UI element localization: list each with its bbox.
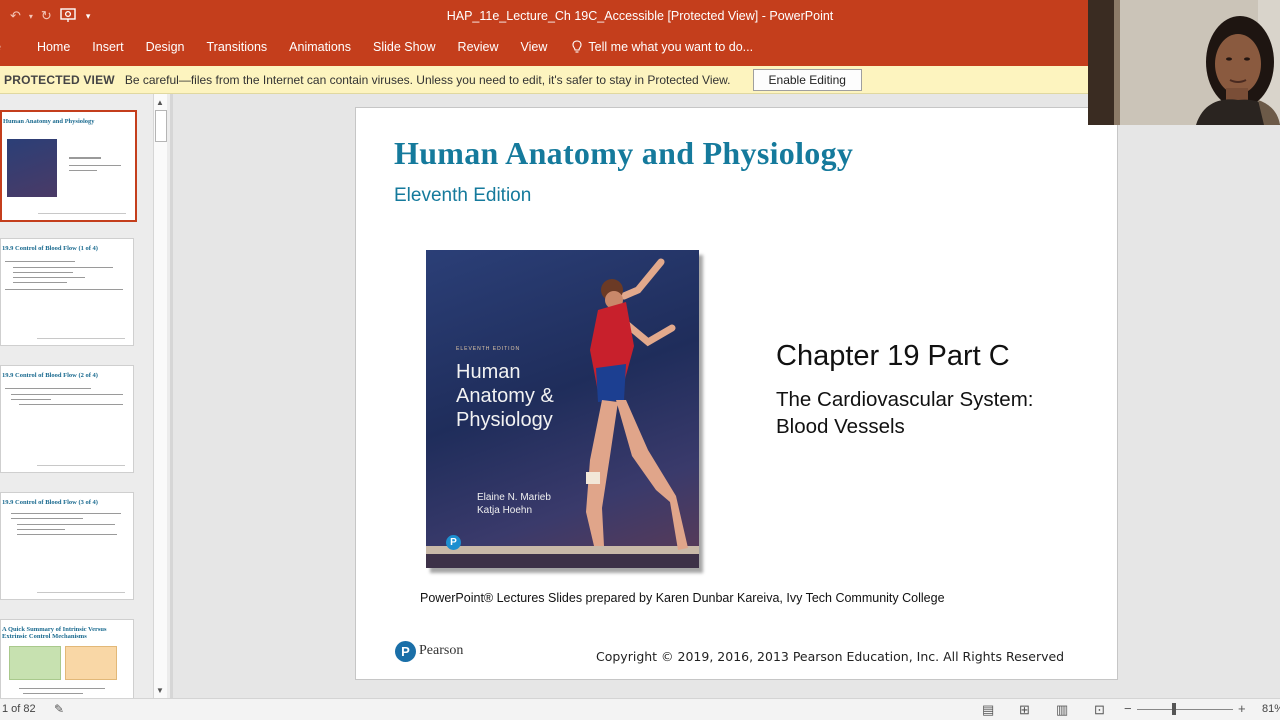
thumbnail-title: 19.9 Control of Blood Flow (1 of 4) (2, 245, 98, 252)
thumbnail-scrollbar[interactable]: ▲ ▼ (153, 94, 167, 698)
tab-animations[interactable]: Animations (278, 40, 362, 54)
webcam-video-overlay (1088, 0, 1280, 125)
thumbnail-title: A Quick Summary of Intrinsic Versus Extr… (2, 626, 107, 640)
tab-slide-show[interactable]: Slide Show (362, 40, 447, 54)
thumbnail-title: 19.9 Control of Blood Flow (3 of 4) (2, 499, 98, 506)
protected-view-message: Be careful—files from the Internet can c… (124, 72, 731, 87)
cover-title-line1: Human (456, 361, 521, 383)
publisher-name: Pearson (419, 643, 464, 658)
slide-thumbnail-1[interactable]: Human Anatomy and Physiology (0, 110, 137, 222)
slide-thumbnail-4[interactable]: 19.9 Control of Blood Flow (3 of 4) (0, 492, 134, 600)
slide-chapter-heading: Chapter 19 Part C (776, 340, 1010, 372)
slide-thumbnail-3[interactable]: 19.9 Control of Blood Flow (2 of 4) (0, 365, 134, 473)
cover-author1: Elaine N. Marieb (477, 492, 551, 503)
zoom-slider-knob[interactable] (1172, 703, 1176, 715)
slide-subtitle-line1: The Cardiovascular System: (776, 388, 1034, 411)
normal-view-icon[interactable]: ▤ (982, 702, 994, 718)
current-slide[interactable]: Human Anatomy and Physiology Eleventh Ed… (355, 107, 1118, 680)
scrollbar-thumb[interactable] (155, 110, 167, 142)
zoom-in-icon[interactable]: + (1238, 701, 1246, 716)
ribbon-tabs: e Home Insert Design Transitions Animati… (0, 36, 764, 58)
thumbnail-extrinsic-box (65, 646, 117, 680)
scroll-down-icon[interactable]: ▼ (156, 686, 164, 695)
status-bar: 1 of 82 ✎ ▤ ⊞ ▥ ⊡ − + 81% (0, 698, 1280, 720)
slide-thumbnail-5[interactable]: A Quick Summary of Intrinsic Versus Extr… (0, 619, 134, 698)
thumbnail-title: Human Anatomy and Physiology (3, 118, 95, 125)
slide-credit: PowerPoint® Lectures Slides prepared by … (420, 591, 945, 605)
tab-review[interactable]: Review (447, 40, 510, 54)
tell-me-text: Tell me what you want to do... (588, 40, 754, 54)
powerpoint-window: ↶ ▾ ↻ ▾ HAP_11e_Lecture_Ch 19C_Accessibl… (0, 0, 1280, 720)
tab-design[interactable]: Design (135, 40, 196, 54)
tell-me-box[interactable]: Tell me what you want to do... (558, 40, 764, 54)
cover-title-line2: Anatomy & (456, 385, 554, 407)
pearson-logo-icon: P (395, 641, 416, 662)
thumbnail-title: 19.9 Control of Blood Flow (2 of 4) (2, 372, 98, 379)
cover-author2: Katja Hoehn (477, 505, 533, 516)
tab-insert[interactable]: Insert (81, 40, 134, 54)
pearson-logo-icon: P (446, 535, 461, 550)
zoom-slider[interactable] (1137, 709, 1233, 710)
slide-thumbnail-pane: Human Anatomy and Physiology 19.9 Contro… (0, 94, 170, 698)
lightbulb-icon (572, 40, 582, 53)
edit-notes-icon[interactable]: ✎ (54, 702, 64, 716)
scroll-up-icon[interactable]: ▲ (156, 98, 164, 107)
zoom-level[interactable]: 81% (1262, 703, 1280, 715)
slide-edition: Eleventh Edition (394, 185, 532, 206)
slide-subtitle-line2: Blood Vessels (776, 415, 905, 438)
protected-view-label: PROTECTED VIEW (4, 72, 115, 87)
slide-count[interactable]: 1 of 82 (2, 703, 36, 715)
slide-sorter-icon[interactable]: ⊞ (1019, 702, 1030, 718)
tab-home[interactable]: Home (9, 40, 81, 54)
slide-thumbnail-2[interactable]: 19.9 Control of Blood Flow (1 of 4) (0, 238, 134, 346)
cover-edition-text: ELEVENTH EDITION (456, 346, 521, 352)
enable-editing-button[interactable]: Enable Editing (752, 68, 862, 91)
tab-view[interactable]: View (510, 40, 559, 54)
cover-title-line3: Physiology (456, 409, 553, 431)
textbook-cover-image: ELEVENTH EDITION Human Anatomy & Physiol… (426, 250, 699, 568)
reading-view-icon[interactable]: ▥ (1056, 702, 1068, 718)
thumbnail-intrinsic-box (9, 646, 61, 680)
slide-copyright: Copyright © 2019, 2016, 2013 Pearson Edu… (596, 649, 1065, 664)
slide-show-icon[interactable]: ⊡ (1094, 702, 1105, 718)
slide-editing-area: Human Anatomy and Physiology Eleventh Ed… (173, 94, 1280, 698)
tab-transitions[interactable]: Transitions (195, 40, 278, 54)
slide-title: Human Anatomy and Physiology (394, 135, 854, 171)
zoom-out-icon[interactable]: − (1124, 701, 1132, 716)
tab-file[interactable]: e (0, 40, 9, 54)
thumbnail-cover-image (7, 139, 57, 197)
